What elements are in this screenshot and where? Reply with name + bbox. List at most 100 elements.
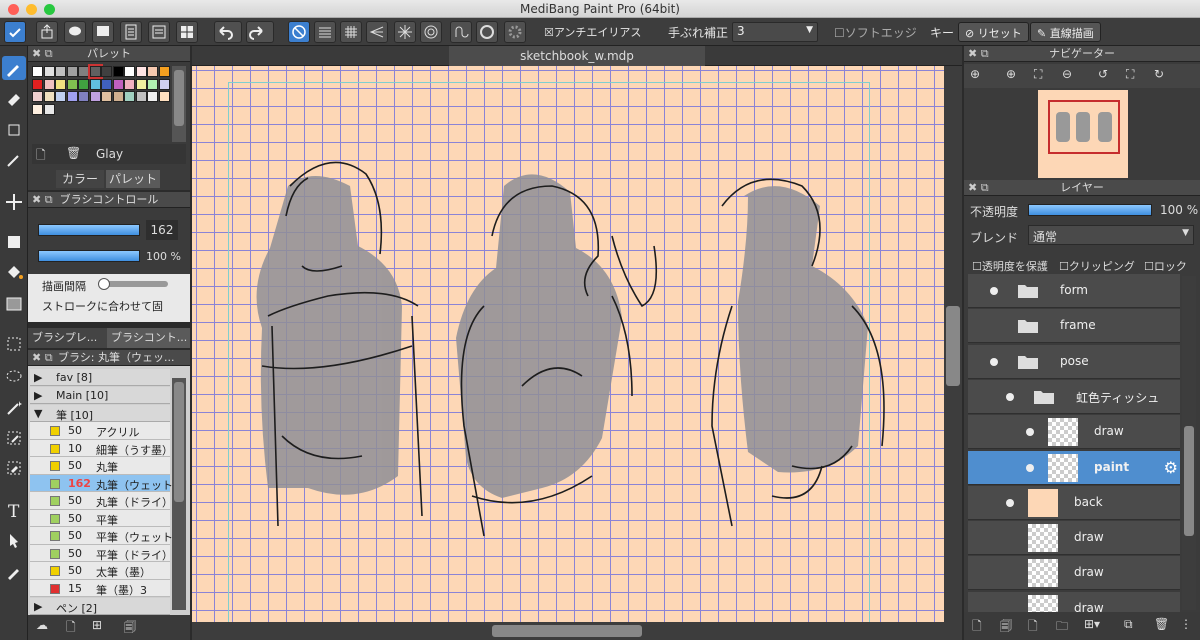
soft-edge-checkbox[interactable]: ☐ソフトエッジ bbox=[834, 24, 917, 41]
brush-row[interactable]: 50 アクリル bbox=[30, 422, 170, 440]
palette-swatch[interactable] bbox=[32, 66, 43, 77]
blend-select[interactable]: 通常 ▼ bbox=[1028, 225, 1194, 245]
layer-row[interactable]: form bbox=[968, 274, 1180, 308]
palette-swatch[interactable] bbox=[32, 103, 43, 115]
tab-color[interactable]: カラー bbox=[56, 170, 104, 188]
palette-swatch[interactable] bbox=[135, 91, 147, 102]
palette-swatch[interactable] bbox=[147, 91, 158, 102]
palette-swatch[interactable] bbox=[124, 78, 135, 90]
palette-swatch[interactable] bbox=[43, 78, 55, 90]
curve-snap-icon[interactable] bbox=[450, 21, 472, 43]
palette-swatch[interactable] bbox=[43, 66, 55, 77]
tab-palette[interactable]: パレット bbox=[106, 170, 160, 188]
layer-row[interactable]: 虹色ティッシュ bbox=[968, 379, 1180, 414]
size-value[interactable]: 162 bbox=[146, 220, 178, 240]
brush-row[interactable]: 162 丸筆（ウェット） bbox=[30, 474, 172, 492]
palette-swatch[interactable] bbox=[78, 66, 89, 77]
palette-swatch[interactable] bbox=[147, 78, 158, 90]
layer-row[interactable]: draw bbox=[968, 415, 1180, 450]
palette-swatch[interactable] bbox=[55, 66, 66, 77]
select-eraser-tool-icon[interactable] bbox=[2, 456, 26, 480]
brush-group[interactable]: ▼ 筆 [10] bbox=[30, 405, 170, 422]
palette-swatch[interactable] bbox=[158, 78, 170, 90]
document-tab[interactable]: sketchbook_w.mdp bbox=[449, 46, 705, 66]
select-tool-icon[interactable] bbox=[2, 332, 26, 356]
palette-swatch[interactable] bbox=[43, 103, 55, 115]
eye-icon[interactable] bbox=[1026, 463, 1034, 472]
settings-snap-icon[interactable] bbox=[504, 21, 526, 43]
close-icon[interactable]: ✖ ⧉ bbox=[32, 350, 53, 366]
reset-button[interactable]: ⊘ リセット bbox=[958, 22, 1029, 42]
eyedropper-tool-icon[interactable] bbox=[2, 560, 26, 584]
brush-tool-icon[interactable] bbox=[2, 56, 26, 80]
brush-list-scrollbar[interactable] bbox=[172, 378, 186, 610]
palette-swatch[interactable] bbox=[112, 66, 124, 77]
palette-swatch[interactable] bbox=[101, 91, 112, 102]
tab-brush-control[interactable]: ブラシコント... bbox=[107, 328, 190, 348]
clipping-checkbox[interactable]: ☐クリッピング bbox=[1059, 258, 1135, 274]
palette-swatch[interactable] bbox=[89, 78, 101, 90]
palette-swatch[interactable] bbox=[147, 66, 158, 77]
zoom-in-icon[interactable]: ⊕ bbox=[1006, 67, 1016, 81]
canvas-horizontal-scrollbar[interactable] bbox=[192, 622, 962, 640]
palette-swatch[interactable] bbox=[78, 91, 89, 102]
antialias-checkbox[interactable]: ☒アンチエイリアス bbox=[544, 24, 641, 40]
palette-swatch[interactable] bbox=[87, 64, 103, 79]
rotate-right-icon[interactable]: ↻ bbox=[1154, 67, 1164, 81]
interval-slider[interactable] bbox=[98, 278, 168, 290]
palette-swatch[interactable] bbox=[32, 78, 43, 90]
move-tool-icon[interactable] bbox=[2, 190, 26, 214]
palette-swatch[interactable] bbox=[135, 66, 147, 77]
grid-snap-icon[interactable] bbox=[340, 21, 362, 43]
palette-swatch[interactable] bbox=[101, 78, 112, 90]
brush-row[interactable]: 15 筆（墨）3 bbox=[30, 579, 170, 597]
radial-snap-icon[interactable] bbox=[394, 21, 416, 43]
undo-icon[interactable] bbox=[214, 21, 242, 43]
redo-icon[interactable] bbox=[246, 21, 274, 43]
parallel-snap-icon[interactable] bbox=[314, 21, 336, 43]
ellipse-snap-icon[interactable] bbox=[476, 21, 498, 43]
brush-row[interactable]: 50 丸筆（ドライ） bbox=[30, 492, 172, 510]
palette-swatch[interactable] bbox=[89, 91, 101, 102]
brush-row[interactable]: 50 平筆 bbox=[30, 509, 170, 527]
palette-swatch[interactable] bbox=[32, 91, 43, 102]
new-8bit-layer-icon[interactable]: 🗋 bbox=[1028, 617, 1038, 638]
size-slider[interactable] bbox=[38, 224, 140, 236]
stabilizer-select[interactable]: 3 ▼ bbox=[732, 22, 818, 42]
palette-swatch[interactable] bbox=[78, 78, 89, 90]
layer-scrollbar[interactable] bbox=[1182, 276, 1196, 610]
gear-icon[interactable]: ⚙ bbox=[1164, 458, 1178, 477]
palette-swatch[interactable] bbox=[66, 91, 78, 102]
brush-row[interactable]: 50 太筆（墨） bbox=[30, 562, 170, 580]
brush-row[interactable]: 50 丸筆 bbox=[30, 457, 170, 475]
share-icon[interactable] bbox=[36, 21, 58, 43]
bucket-tool-icon[interactable] bbox=[2, 260, 26, 284]
new-brush-icon[interactable]: 🗋 bbox=[66, 618, 76, 639]
list-icon[interactable] bbox=[148, 21, 170, 43]
text-tool-icon[interactable]: T bbox=[2, 498, 26, 522]
minimize-window-button[interactable] bbox=[26, 4, 37, 15]
brush-group[interactable]: ▶ fav [8] bbox=[30, 369, 170, 386]
reset-view-icon[interactable]: ⛶ bbox=[1126, 67, 1134, 82]
navigator-preview[interactable] bbox=[1038, 90, 1128, 178]
close-icon[interactable]: ✖ ⧉ bbox=[32, 46, 53, 62]
palette-swatch[interactable] bbox=[66, 78, 78, 90]
lock-checkbox[interactable]: ☐ロック bbox=[1144, 258, 1187, 274]
zoom-fit-icon[interactable]: ⊕ bbox=[970, 67, 980, 81]
layer-row[interactable]: pose bbox=[968, 344, 1180, 379]
drawing-canvas[interactable] bbox=[192, 66, 944, 622]
palette-swatch[interactable] bbox=[135, 78, 147, 90]
protect-alpha-checkbox[interactable]: ☐透明度を保護 bbox=[972, 258, 1048, 274]
palette-swatch[interactable] bbox=[66, 66, 78, 77]
palette-swatch[interactable] bbox=[112, 78, 124, 90]
add-brush-icon[interactable]: ⊞ bbox=[92, 618, 102, 632]
layer-row[interactable]: paint ⚙ bbox=[968, 450, 1180, 485]
tab-brush-presets[interactable]: ブラシプレ... bbox=[28, 328, 107, 348]
palette-swatch[interactable] bbox=[43, 91, 55, 102]
new-layer-copy-icon[interactable]: 🗐 bbox=[1000, 617, 1012, 638]
brush-row[interactable]: 50 平筆（ドライ） bbox=[30, 544, 172, 562]
brush-settings-icon[interactable]: 🗐 bbox=[124, 618, 136, 639]
close-icon[interactable]: ✖ ⧉ bbox=[968, 180, 989, 196]
cloud-icon[interactable] bbox=[4, 21, 26, 43]
palette-swatch[interactable] bbox=[55, 91, 66, 102]
